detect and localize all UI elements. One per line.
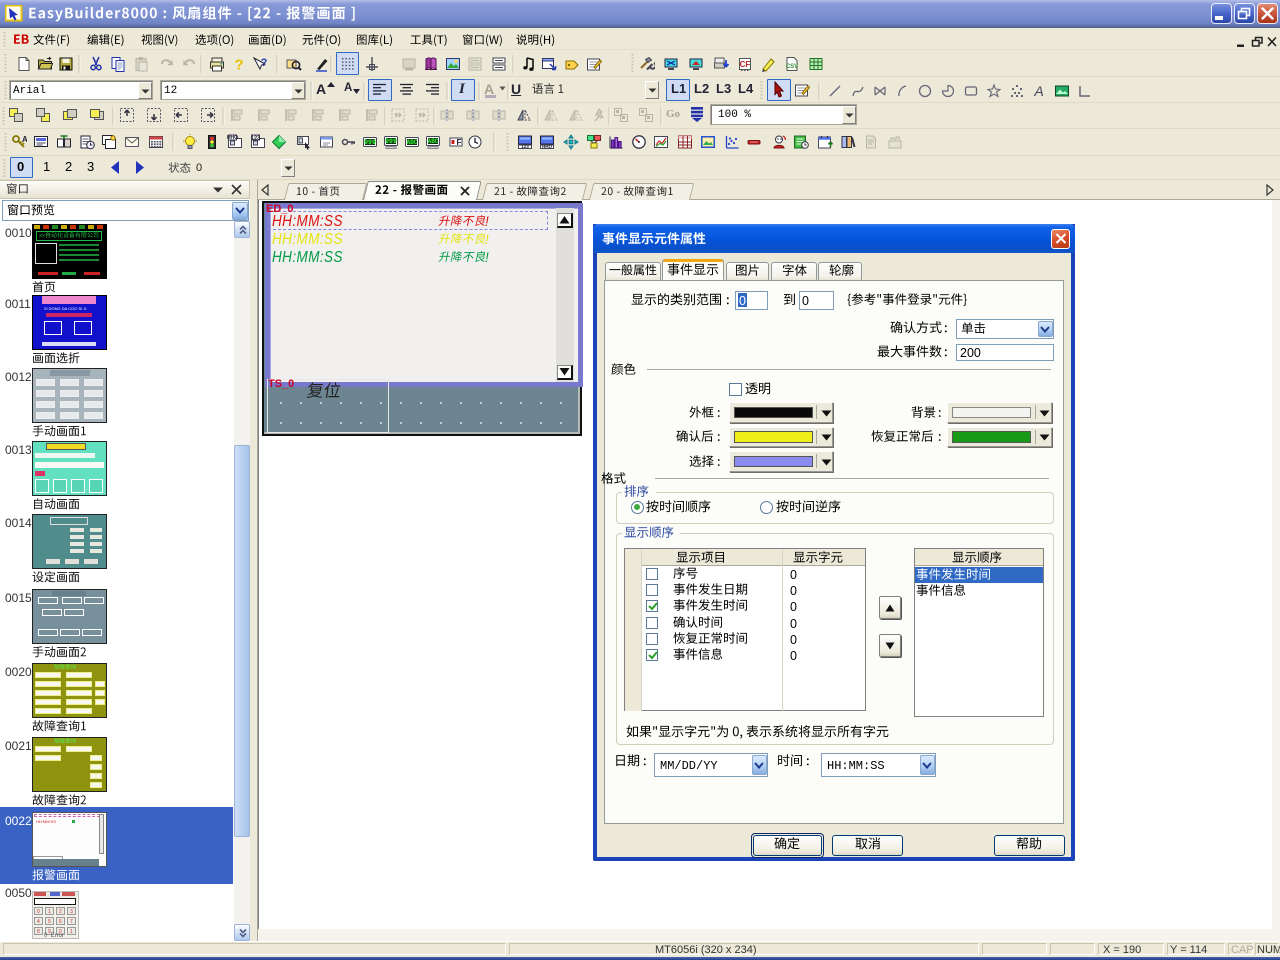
svg-text:?: ?: [234, 57, 243, 73]
svg-text:123: 123: [521, 144, 529, 149]
svg-text:CF: CF: [740, 60, 751, 69]
svg-text:F: F: [457, 138, 462, 147]
svg-text:CSV: CSV: [786, 64, 798, 70]
svg-text:HHO: HHO: [227, 135, 238, 141]
svg-text:ABC: ABC: [428, 138, 439, 145]
svg-text:999: 999: [385, 138, 397, 145]
svg-text:A: A: [22, 135, 27, 144]
svg-text:A: A: [1033, 83, 1043, 99]
svg-text:?: ?: [261, 57, 268, 69]
svg-text:HHO: HHO: [542, 144, 552, 149]
svg-text:999: 999: [364, 139, 376, 146]
svg-text:ABC: ABC: [407, 139, 418, 146]
